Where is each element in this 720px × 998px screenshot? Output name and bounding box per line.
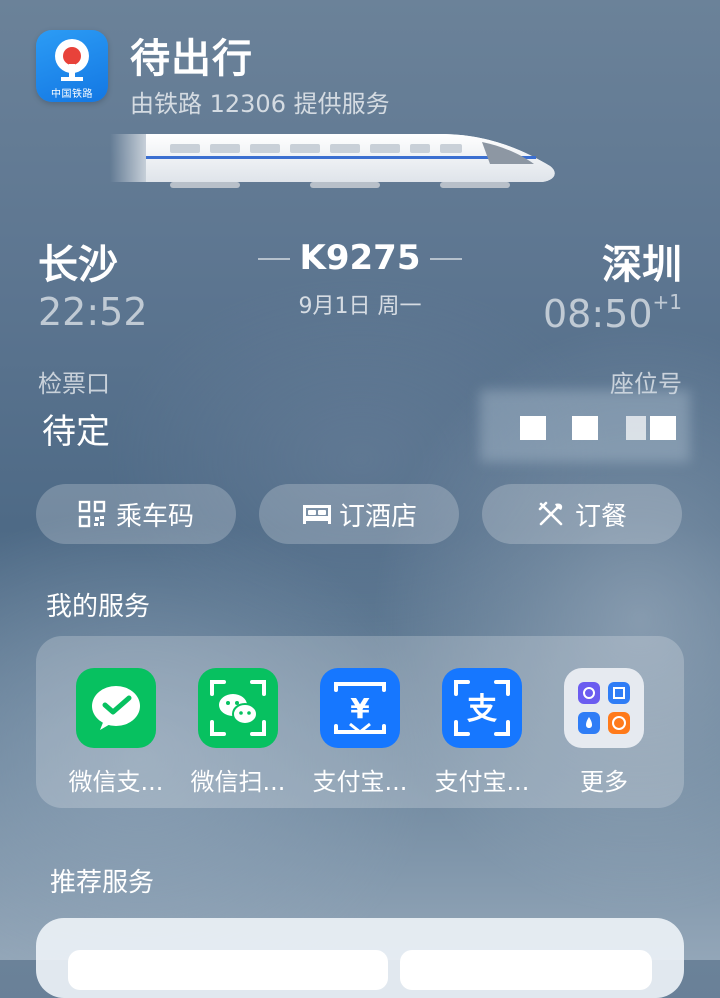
book-hotel-label: 订酒店 (338, 501, 417, 532)
arrival-time-block: 08:50+1 (543, 290, 682, 336)
ride-code-button[interactable]: 乘车码 (36, 484, 236, 544)
service-alipay-pay[interactable]: ¥ 支付宝... (305, 668, 415, 797)
arrival-city: 深圳 (602, 242, 682, 288)
route-divider-right (430, 258, 462, 260)
service-label: 支付宝... (312, 768, 408, 796)
train-illustration (110, 134, 555, 188)
seat-number-masked (480, 390, 690, 462)
book-hotel-button[interactable]: 订酒店 (259, 484, 459, 544)
recommended-card[interactable] (68, 950, 388, 990)
china-railway-app-icon[interactable]: 中国铁路 (36, 30, 108, 102)
ticket-gate-value: 待定 (42, 412, 110, 452)
bed-icon (301, 500, 331, 528)
service-wechat-pay[interactable]: 微信支... (61, 668, 171, 797)
wechat-pay-icon (76, 668, 156, 748)
service-alipay-scan[interactable]: 支 支付宝... (427, 668, 537, 797)
wechat-scan-icon (198, 668, 278, 748)
service-label: 支付宝... (434, 768, 530, 796)
more-apps-icon (564, 668, 644, 748)
alipay-pay-icon: ¥ (320, 668, 400, 748)
arrival-time: 08:50 (543, 292, 653, 336)
service-label: 更多 (580, 768, 628, 796)
order-meal-label: 订餐 (574, 501, 627, 532)
order-meal-button[interactable]: 订餐 (482, 484, 682, 544)
svg-text:支: 支 (467, 692, 497, 727)
service-label: 微信支... (68, 768, 164, 796)
provider-subtitle: 由铁路 12306 提供服务 (130, 90, 390, 118)
utensils-icon (537, 500, 565, 528)
service-more[interactable]: 更多 (549, 668, 659, 797)
my-services-title: 我的服务 (46, 592, 151, 622)
qr-code-icon (78, 500, 106, 528)
app-icon-caption: 中国铁路 (51, 89, 93, 100)
alipay-scan-icon: 支 (442, 668, 522, 748)
page-title: 待出行 (130, 36, 253, 82)
service-wechat-scan[interactable]: 微信扫... (183, 668, 293, 797)
recommended-card[interactable] (400, 950, 652, 990)
ride-code-label: 乘车码 (115, 501, 194, 532)
recommended-services-title: 推荐服务 (50, 868, 155, 898)
service-label: 微信扫... (190, 768, 286, 796)
svg-text:¥: ¥ (350, 692, 370, 725)
ticket-gate-label: 检票口 (38, 370, 110, 398)
arrival-day-offset: +1 (652, 290, 682, 314)
